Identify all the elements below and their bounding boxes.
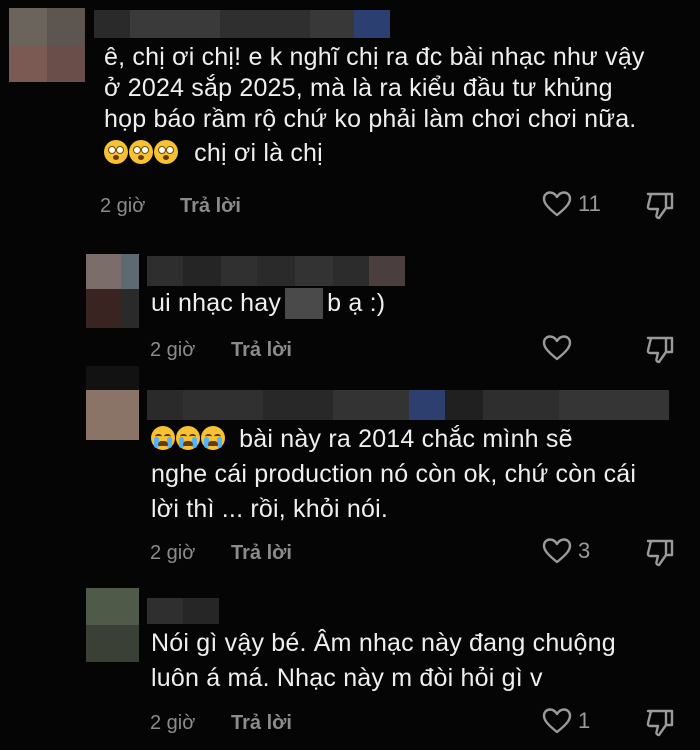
comment-line: nghe cái production nó còn ok, chứ còn c… xyxy=(151,460,637,488)
thumbs-down-outline-icon xyxy=(646,709,674,737)
comment-line: Nói gì vậy bé. Âm nhạc này đang chuộng xyxy=(151,629,616,657)
comment-line: chị ơi là chị xyxy=(194,139,323,167)
comment-line: b ạ :) xyxy=(327,289,386,317)
comment-line: ở 2024 sắp 2025, mà là ra kiểu đầu tư kh… xyxy=(104,74,613,102)
thumbs-down-outline-icon xyxy=(646,192,674,220)
comment-text: bài này ra 2014 chắc mình sẽ nghe cái pr… xyxy=(151,424,636,525)
username-blurred[interactable] xyxy=(147,390,669,420)
reply-button[interactable]: Trả lời xyxy=(231,542,292,565)
reply-button[interactable]: Trả lời xyxy=(231,339,292,362)
reply-button[interactable]: Trả lời xyxy=(231,712,292,735)
comment-line-emoji: bài này ra 2014 chắc mình sẽ xyxy=(151,424,636,455)
dislike-button[interactable] xyxy=(644,707,676,744)
flushed-face-emoji xyxy=(154,140,178,164)
censored-word-blur xyxy=(285,288,324,319)
loudly-crying-face-emoji xyxy=(176,426,200,450)
thumbs-down-outline-icon xyxy=(646,336,674,364)
comment-1: ê, chị ơi chị! e k nghĩ chị ra đc bài nh… xyxy=(0,0,700,230)
comment-text: Nói gì vậy bé. Âm nhạc này đang chuộng l… xyxy=(151,628,616,694)
dislike-button[interactable] xyxy=(644,537,676,574)
like-button[interactable]: 11 xyxy=(542,190,601,218)
thumbs-down-outline-icon xyxy=(646,539,674,567)
timestamp: 2 giờ xyxy=(100,195,146,217)
username-blurred[interactable] xyxy=(94,10,390,38)
like-count: 3 xyxy=(578,538,591,563)
comment-text: ê, chị ơi chị! e k nghĩ chị ra đc bài nh… xyxy=(104,42,645,169)
loudly-crying-face-emoji xyxy=(151,426,175,450)
comment-line: luôn á má. Nhạc này m đòi hỏi gì v xyxy=(151,664,543,692)
like-button[interactable]: 3 xyxy=(542,537,590,565)
comment-line-emoji: chị ơi là chị xyxy=(104,138,645,169)
heart-outline-icon xyxy=(542,191,572,217)
comment-4: Nói gì vậy bé. Âm nhạc này đang chuộng l… xyxy=(0,586,700,750)
loudly-crying-face-emoji xyxy=(201,426,225,450)
heart-outline-icon xyxy=(542,538,572,564)
avatar[interactable] xyxy=(9,8,85,82)
comment-line: bài này ra 2014 chắc mình sẽ xyxy=(239,425,573,453)
like-count: 1 xyxy=(578,708,591,733)
avatar[interactable] xyxy=(86,366,139,440)
like-button[interactable] xyxy=(542,334,578,362)
comment-2: ui nhạc hay b ạ :) 2 giờ Trả lời xyxy=(0,250,700,370)
timestamp: 2 giờ xyxy=(150,339,196,361)
username-blurred[interactable] xyxy=(147,256,405,286)
username-blurred[interactable] xyxy=(147,598,219,624)
comment-3: bài này ra 2014 chắc mình sẽ nghe cái pr… xyxy=(0,364,700,578)
flushed-face-emoji xyxy=(104,140,128,164)
timestamp: 2 giờ xyxy=(150,712,196,734)
heart-outline-icon xyxy=(542,335,572,361)
avatar[interactable] xyxy=(86,588,139,662)
flushed-face-emoji xyxy=(129,140,153,164)
comment-line: ê, chị ơi chị! e k nghĩ chị ra đc bài nh… xyxy=(104,43,645,71)
comment-line: lời thì ... rồi, khỏi nói. xyxy=(151,495,388,523)
dislike-button[interactable] xyxy=(644,190,676,227)
like-count: 11 xyxy=(578,191,601,216)
comment-line: họp báo rầm rộ chứ ko phải làm chơi chơi… xyxy=(104,105,637,133)
timestamp: 2 giờ xyxy=(150,542,196,564)
like-button[interactable]: 1 xyxy=(542,707,590,735)
avatar[interactable] xyxy=(86,254,139,328)
comment-text: ui nhạc hay b ạ :) xyxy=(151,288,385,319)
reply-button[interactable]: Trả lời xyxy=(180,195,241,218)
comment-line: ui nhạc hay xyxy=(151,289,282,317)
heart-outline-icon xyxy=(542,708,572,734)
